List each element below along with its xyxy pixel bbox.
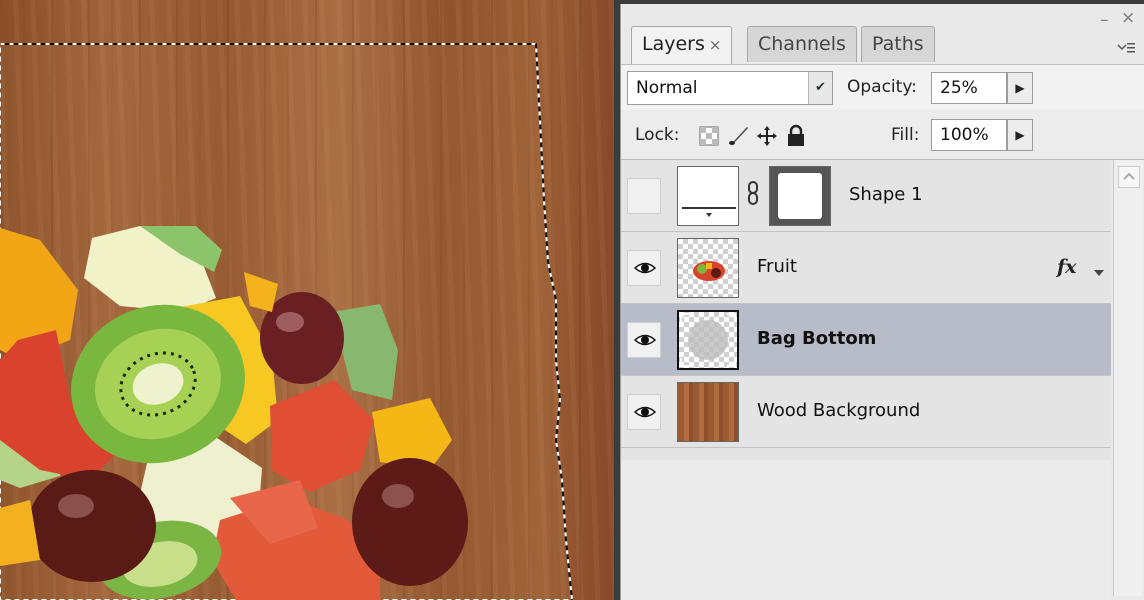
panel-menu-icon[interactable] (1116, 40, 1136, 60)
layer-name-bag-bottom[interactable]: Bag Bottom (757, 328, 876, 349)
lock-brush-icon[interactable] (727, 124, 751, 148)
chevron-down-icon[interactable]: ✔ (808, 72, 832, 104)
scroll-up-icon[interactable] (1118, 166, 1140, 188)
eye-icon[interactable] (627, 394, 661, 430)
layer-row-bag-bottom[interactable]: Bag Bottom (621, 304, 1111, 376)
layer-thumbnail-wood-background (677, 382, 739, 442)
layer-row-fruit[interactable]: Fruit fx (621, 232, 1111, 304)
layers-list: Shape 1 Fruit fx Bag Bottom Wood Backgro… (621, 160, 1111, 460)
fill-input[interactable]: 100% (931, 119, 1007, 151)
layer-thumbnail-fruit (677, 238, 739, 298)
expand-effects-icon[interactable] (1093, 262, 1105, 281)
layer-thumbnail-bag-bottom (677, 310, 739, 370)
layer-row-wood-background[interactable]: Wood Background (621, 376, 1111, 448)
lock-label: Lock: (635, 125, 680, 145)
lock-transparent-icon[interactable] (699, 126, 719, 146)
tab-layers-label: Layers (642, 33, 705, 55)
opacity-stepper-arrow-icon[interactable]: ▶ (1007, 72, 1033, 104)
tab-paths[interactable]: Paths (861, 26, 935, 62)
blend-opacity-row: Normal ✔ Opacity: 25% ▶ (621, 64, 1144, 172)
layer-name-wood-background[interactable]: Wood Background (757, 400, 920, 421)
fruit-layer-content (0, 226, 468, 600)
lock-move-icon[interactable] (755, 124, 779, 148)
close-icon[interactable]: × (1121, 10, 1135, 27)
eye-icon[interactable] (627, 322, 661, 358)
link-chain-icon[interactable] (747, 180, 759, 210)
fx-icon[interactable]: fx (1057, 256, 1077, 278)
tab-channels[interactable]: Channels (747, 26, 857, 62)
lock-fill-row: Lock: Fill: 100% ▶ (621, 110, 1144, 160)
layer-name-shape-1[interactable]: Shape 1 (849, 184, 923, 205)
layer-name-fruit[interactable]: Fruit (757, 256, 797, 277)
eye-icon[interactable] (627, 250, 661, 286)
panel-tabs: Layers × Channels Paths (621, 26, 1144, 66)
fill-label: Fill: (891, 125, 920, 145)
layers-empty-area (621, 460, 1111, 600)
tab-channels-label: Channels (758, 33, 846, 55)
tab-close-icon[interactable]: × (709, 36, 722, 54)
layer-thumbnail-shape-1 (677, 166, 739, 226)
fill-stepper-arrow-icon[interactable]: ▶ (1007, 119, 1033, 151)
layers-scrollbar[interactable] (1113, 160, 1143, 596)
layers-panel-frame: – × Layers × Channels Paths Normal ✔ Opac… (614, 0, 1144, 600)
blend-mode-select[interactable]: Normal ✔ (627, 71, 833, 105)
lock-all-icon[interactable] (785, 124, 807, 148)
opacity-input[interactable]: 25% (931, 72, 1007, 104)
vector-mask-thumbnail (769, 166, 831, 226)
layer-row-shape-1[interactable]: Shape 1 (621, 160, 1111, 232)
tab-paths-label: Paths (872, 33, 924, 55)
blend-mode-value: Normal (636, 78, 698, 98)
document-canvas[interactable] (0, 0, 614, 600)
tab-layers[interactable]: Layers × (631, 26, 733, 64)
opacity-label: Opacity: (847, 77, 917, 97)
layers-panel: – × Layers × Channels Paths Normal ✔ Opac… (620, 4, 1144, 600)
visibility-toggle-empty[interactable] (627, 178, 661, 214)
